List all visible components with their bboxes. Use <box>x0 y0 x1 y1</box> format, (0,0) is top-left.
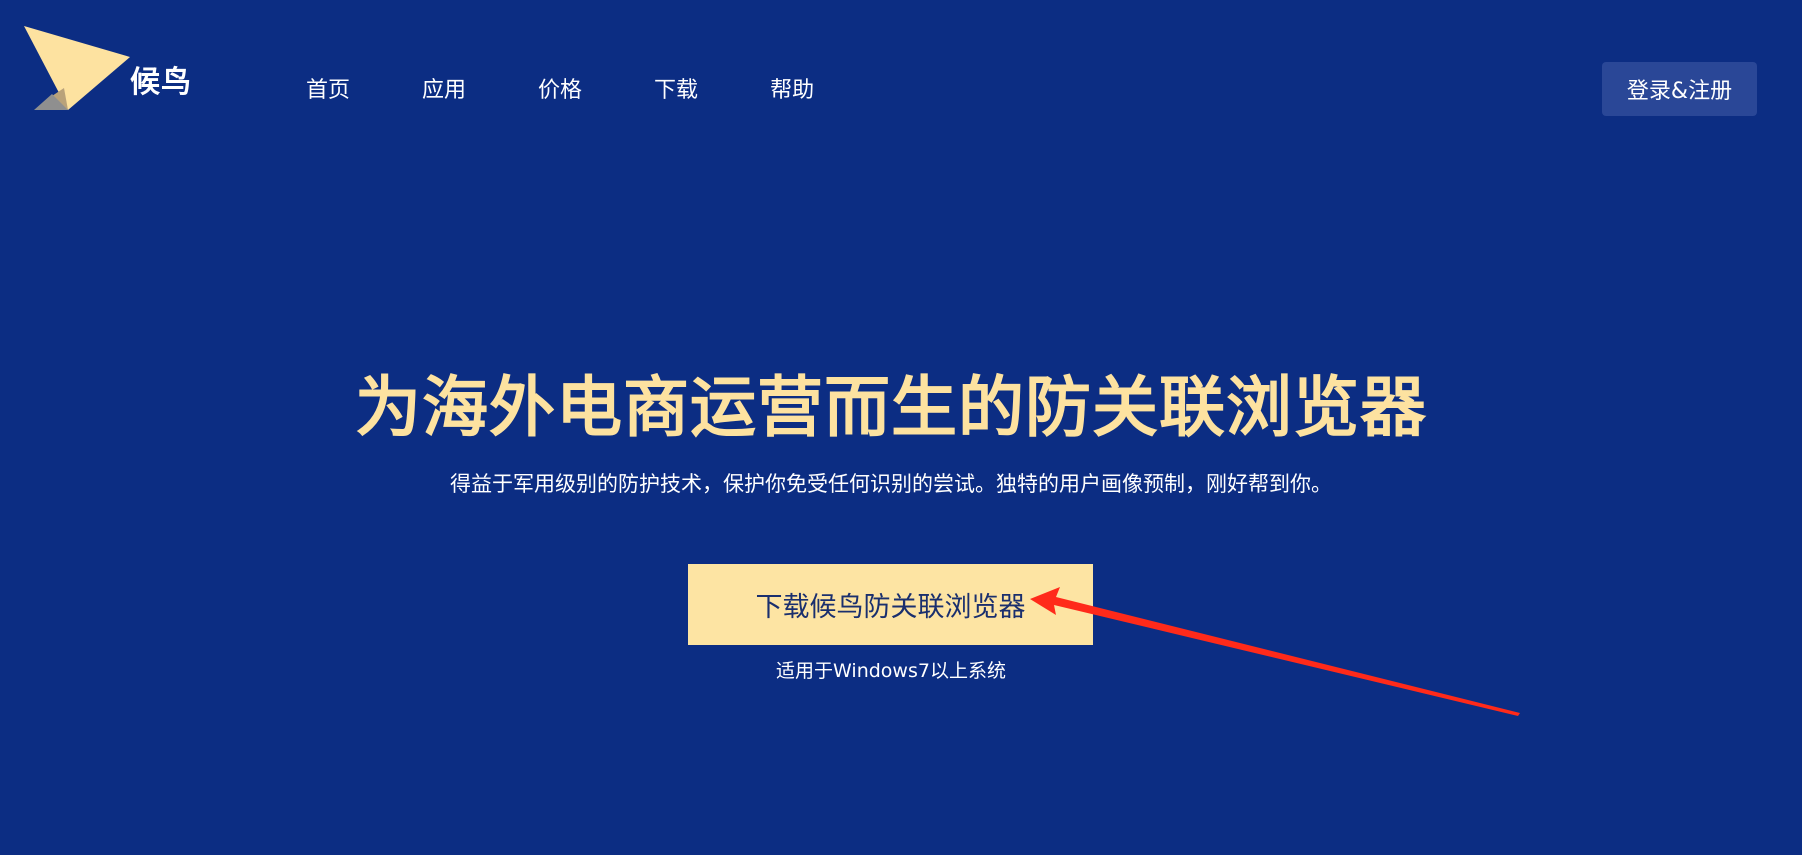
nav-item-apps[interactable]: 应用 <box>422 74 466 108</box>
nav-item-help[interactable]: 帮助 <box>770 74 814 108</box>
download-browser-button[interactable]: 下载候鸟防关联浏览器 <box>688 564 1093 645</box>
nav-item-download[interactable]: 下载 <box>654 74 698 108</box>
bird-wing-logo-icon <box>24 26 130 110</box>
brand-name: 候鸟 <box>130 65 192 100</box>
logo[interactable]: 候鸟 <box>22 24 202 110</box>
system-requirement-note: 适用于Windows7以上系统 <box>776 660 1006 682</box>
red-annotation-arrow <box>1030 587 1520 716</box>
hero-subtitle: 得益于军用级别的防护技术，保护你免受任何识别的尝试。独特的用户画像预制，刚好帮到… <box>450 472 1332 496</box>
hero-title: 为海外电商运营而生的防关联浏览器 <box>355 369 1427 446</box>
page: 候鸟 首页 应用 价格 下载 帮助 登录&注册 为海外电商运营而生的防关联浏览器… <box>0 0 1802 855</box>
nav-item-home[interactable]: 首页 <box>306 74 350 108</box>
nav-item-pricing[interactable]: 价格 <box>538 74 582 108</box>
login-register-button[interactable]: 登录&注册 <box>1602 62 1757 116</box>
main-nav: 首页 应用 价格 下载 帮助 <box>306 74 886 108</box>
